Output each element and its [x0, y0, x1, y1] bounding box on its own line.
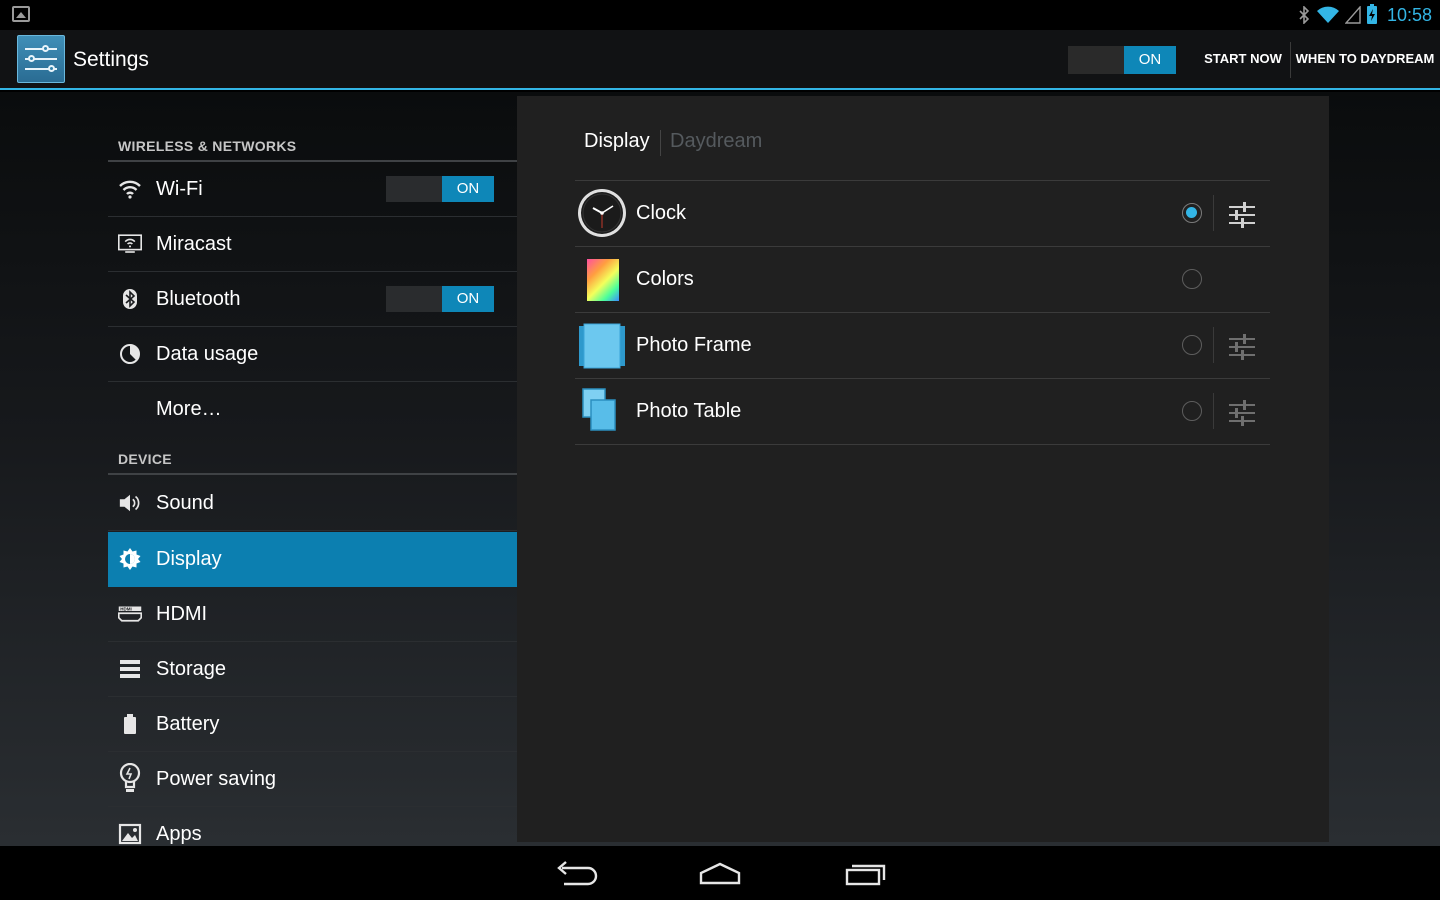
bluetooth-toggle[interactable]: ON	[386, 286, 494, 312]
section-header-wireless: WIRELESS & NETWORKS	[108, 130, 517, 162]
bluetooth-icon	[118, 287, 142, 311]
dream-settings-icon[interactable]	[1227, 333, 1257, 360]
sidebar-item-label: More…	[156, 398, 222, 420]
daydream-master-toggle[interactable]: ON	[1068, 46, 1176, 74]
sidebar-item-label: Data usage	[156, 343, 259, 365]
radio-unselected[interactable]	[1182, 269, 1202, 289]
when-to-daydream-button[interactable]: WHEN TO DAYDREAM	[1292, 30, 1438, 88]
section-title: DEVICE	[118, 451, 172, 467]
sidebar-item-label: Bluetooth	[156, 288, 241, 310]
battery-icon	[118, 712, 142, 736]
battery-charging-icon	[1366, 4, 1377, 24]
colors-icon	[577, 254, 627, 304]
sidebar-item-bluetooth[interactable]: Bluetooth ON	[108, 272, 517, 327]
sidebar-item-storage[interactable]: Storage	[108, 642, 517, 697]
sidebar-item-data-usage[interactable]: Data usage	[108, 327, 517, 382]
svg-text:HDMI: HDMI	[120, 607, 132, 612]
bluetooth-icon	[1297, 5, 1311, 25]
sound-icon	[118, 491, 142, 515]
data-usage-icon	[118, 342, 142, 366]
lightbulb-icon	[118, 763, 142, 792]
radio-selected[interactable]	[1182, 203, 1202, 223]
sidebar-item-label: Display	[156, 548, 222, 570]
display-brightness-icon	[118, 547, 142, 571]
radio-unselected[interactable]	[1182, 401, 1202, 421]
sidebar-item-label: Wi-Fi	[156, 178, 203, 200]
dream-label: Photo Table	[636, 400, 742, 422]
dream-label: Clock	[636, 202, 687, 224]
settings-sidebar: WIRELESS & NETWORKS Wi-Fi ON Miracast Bl…	[108, 92, 517, 846]
sidebar-item-label: Miracast	[156, 233, 232, 255]
main-area: WIRELESS & NETWORKS Wi-Fi ON Miracast Bl…	[0, 92, 1440, 846]
start-now-button[interactable]: START NOW	[1196, 30, 1290, 88]
section-title: WIRELESS & NETWORKS	[118, 138, 297, 154]
home-icon[interactable]	[696, 858, 744, 888]
dream-settings-icon[interactable]	[1227, 399, 1257, 426]
breadcrumb-daydream: Daydream	[670, 130, 763, 152]
gallery-icon	[12, 6, 30, 22]
page-title: Settings	[73, 48, 149, 71]
photo-table-icon	[577, 386, 627, 436]
sidebar-item-more[interactable]: More…	[108, 382, 517, 437]
section-header-device: DEVICE	[108, 443, 517, 475]
breadcrumb-display[interactable]: Display	[584, 130, 650, 153]
sidebar-item-power-saving[interactable]: Power saving	[108, 752, 517, 807]
hdmi-icon: HDMI	[118, 602, 142, 626]
status-icons: 10:58	[1297, 2, 1432, 28]
recent-apps-icon[interactable]	[842, 858, 890, 888]
dream-row-photo-table[interactable]: Photo Table	[575, 378, 1270, 445]
dream-label: Photo Frame	[636, 334, 752, 356]
sidebar-item-label: Battery	[156, 713, 220, 735]
row-divider	[1213, 393, 1214, 429]
clock-icon	[577, 188, 627, 238]
toggle-on-label: ON	[442, 176, 494, 202]
action-divider	[1290, 42, 1291, 78]
signal-icon	[1344, 6, 1361, 24]
settings-sliders-icon[interactable]	[17, 35, 65, 83]
dream-row-photo-frame[interactable]: Photo Frame	[575, 312, 1270, 378]
wifi-icon	[118, 177, 142, 201]
apps-icon	[118, 822, 142, 846]
dream-row-clock[interactable]: Clock	[575, 180, 1270, 246]
action-bar: Settings ON START NOW WHEN TO DAYDREAM	[0, 30, 1440, 90]
sidebar-item-hdmi[interactable]: HDMI HDMI	[108, 587, 517, 642]
wifi-icon	[1316, 6, 1339, 23]
row-divider	[1213, 327, 1214, 363]
sidebar-item-label: HDMI	[156, 603, 208, 625]
radio-unselected[interactable]	[1182, 335, 1202, 355]
miracast-icon	[118, 232, 142, 256]
wifi-toggle[interactable]: ON	[386, 176, 494, 202]
sidebar-item-miracast[interactable]: Miracast	[108, 217, 517, 272]
sidebar-item-display[interactable]: Display	[108, 532, 517, 587]
dream-row-colors[interactable]: Colors	[575, 246, 1270, 312]
back-icon[interactable]	[552, 858, 600, 888]
navigation-bar	[0, 846, 1440, 900]
daydream-panel: Display Daydream Clock Colors Photo Fram…	[517, 96, 1329, 842]
sidebar-item-label: Storage	[156, 658, 227, 680]
photo-frame-icon	[577, 320, 627, 370]
sidebar-item-label: Sound	[156, 492, 214, 514]
dream-label: Colors	[636, 268, 694, 290]
sidebar-item-label: Apps	[156, 823, 202, 845]
sidebar-item-battery[interactable]: Battery	[108, 697, 517, 752]
breadcrumb-divider	[660, 130, 661, 156]
toggle-on-label: ON	[442, 286, 494, 312]
dream-settings-icon[interactable]	[1227, 201, 1257, 228]
storage-icon	[118, 657, 142, 681]
sidebar-item-apps[interactable]: Apps	[108, 807, 517, 846]
row-divider	[1213, 195, 1214, 231]
clock-time: 10:58	[1386, 4, 1432, 25]
toggle-on-label: ON	[1124, 46, 1176, 74]
sidebar-item-label: Power saving	[156, 768, 277, 790]
sidebar-item-wifi[interactable]: Wi-Fi ON	[108, 162, 517, 217]
status-bar: 10:58	[0, 0, 1440, 30]
sidebar-item-sound[interactable]: Sound	[108, 476, 517, 531]
